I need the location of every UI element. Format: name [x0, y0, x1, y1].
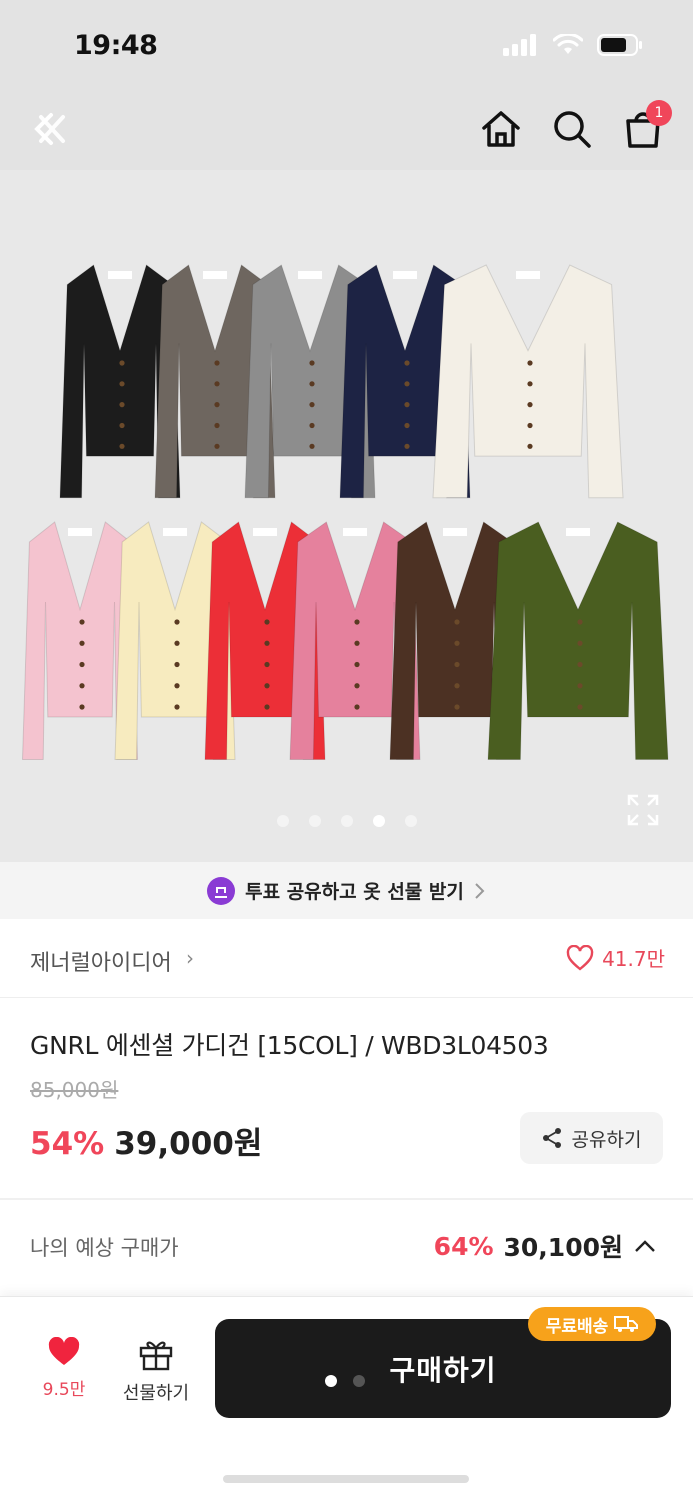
vote-share-banner[interactable]: 투표 공유하고 옷 선물 받기: [0, 862, 693, 919]
back-button[interactable]: [24, 104, 74, 154]
home-button[interactable]: [476, 104, 526, 154]
nav-bar: 1: [0, 90, 693, 170]
product-image: [21, 264, 669, 760]
cardigan-image: [432, 264, 624, 499]
battery-icon: [597, 34, 642, 56]
cart-button[interactable]: 1: [618, 100, 672, 154]
free-shipping-label: 무료배송: [545, 1316, 609, 1337]
search-icon: [554, 111, 591, 148]
product-image-gallery[interactable]: [0, 170, 693, 862]
gallery-dot[interactable]: [404, 815, 417, 827]
vote-banner-text: 투표 공유하고 옷 선물 받기: [245, 881, 464, 903]
chevron-right-icon: [475, 882, 485, 899]
back-icon: [34, 113, 65, 145]
gallery-dot[interactable]: [276, 815, 289, 827]
expected-price-value: 30,100원: [503, 1233, 623, 1262]
brand-link[interactable]: 제너럴아이디어: [30, 945, 172, 977]
home-icon: [482, 111, 520, 147]
price-row: 54% 39,000원: [30, 1118, 262, 1163]
gallery-pagination: [0, 815, 693, 827]
original-price: 85,000원: [30, 1078, 119, 1102]
free-shipping-badge: 무료배송: [528, 1307, 656, 1341]
share-label: 공유하기: [571, 1128, 642, 1151]
search-button[interactable]: [547, 104, 597, 154]
discount-rate: 54%: [30, 1126, 105, 1162]
signal-icon: [503, 34, 536, 56]
expected-price: 64% 30,100원: [434, 1228, 657, 1264]
expected-price-label: 나의 예상 구매가: [30, 1236, 179, 1260]
share-button[interactable]: 공유하기: [520, 1112, 663, 1164]
heart-filled-icon: [48, 1336, 80, 1365]
brand-row: 제너럴아이디어 › 41.7만: [0, 919, 693, 998]
sale-price: 39,000원: [114, 1126, 263, 1162]
chevron-up-icon: [635, 1240, 655, 1252]
gift-icon: [139, 1341, 173, 1371]
wish-button[interactable]: 9.5만: [30, 1336, 98, 1400]
brand-like-count: 41.7만: [602, 947, 665, 971]
buy-label: 구매하기: [389, 1353, 497, 1387]
gift-button[interactable]: 선물하기: [114, 1337, 198, 1405]
gift-label: 선물하기: [122, 1383, 190, 1404]
status-time: 19:48: [74, 30, 158, 61]
brand-like-button[interactable]: 41.7만: [566, 943, 665, 972]
gallery-dot-active[interactable]: [372, 815, 385, 827]
wifi-icon: [553, 34, 583, 54]
gallery-dot[interactable]: [340, 815, 353, 827]
product-title: GNRL 에센셜 가디건 [15COL] / WBD3L04503: [30, 1031, 549, 1060]
status-icons: [503, 34, 643, 56]
truck-icon: [614, 1316, 639, 1332]
heart-outline-icon: [566, 944, 594, 971]
wish-count: 9.5만: [42, 1380, 86, 1400]
cart-count-badge: 1: [646, 100, 672, 126]
expected-price-row[interactable]: 나의 예상 구매가 64% 30,100원: [0, 1200, 693, 1295]
status-bar: 19:48: [0, 0, 693, 90]
gallery-dot[interactable]: [308, 815, 321, 827]
expected-discount: 64%: [433, 1231, 494, 1261]
brand-chevron-icon: ›: [186, 946, 194, 970]
expand-icon: [627, 794, 659, 826]
share-icon: [542, 1128, 561, 1148]
buy-carousel-dots: [325, 1375, 365, 1387]
cardigan-image: [487, 521, 669, 760]
expand-image-button[interactable]: [627, 794, 659, 830]
vote-icon: [207, 876, 236, 905]
home-indicator: [223, 1475, 469, 1483]
